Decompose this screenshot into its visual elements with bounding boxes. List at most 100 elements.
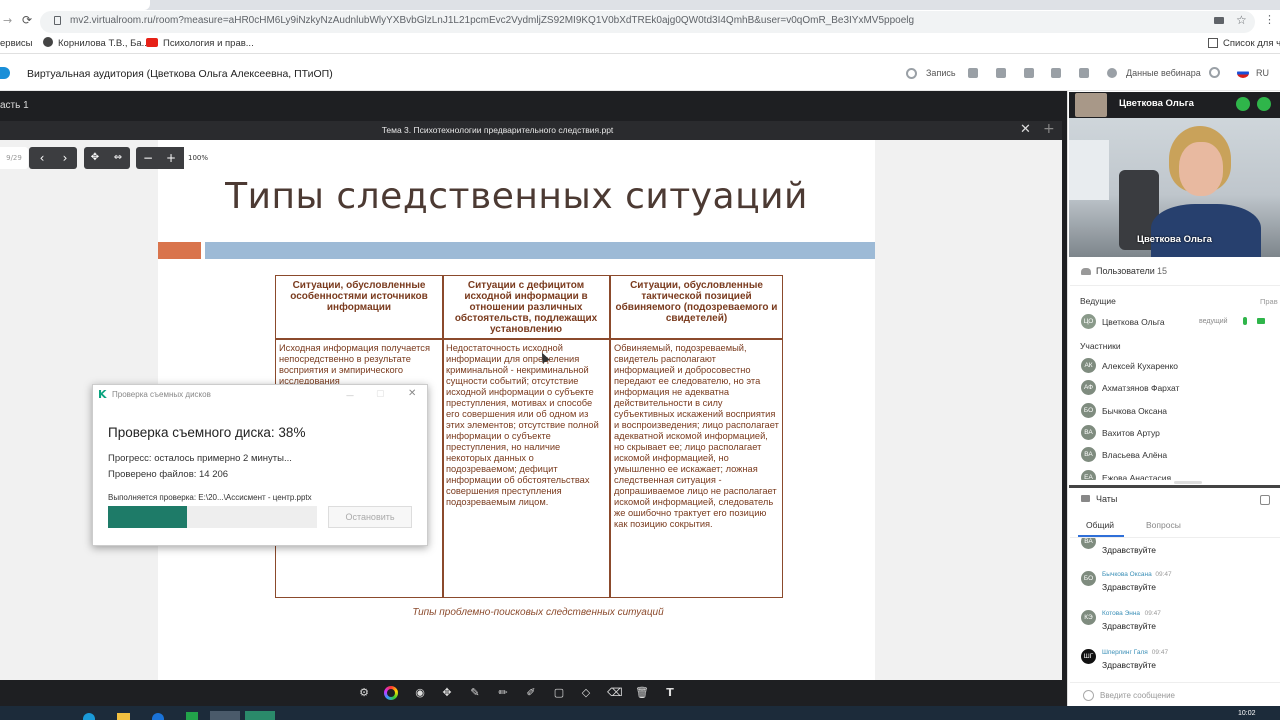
page-number-field[interactable]: 9/29 bbox=[0, 147, 28, 169]
highlighter-icon[interactable]: ✐ bbox=[524, 686, 538, 700]
bookmark-kornilova[interactable]: Корнилова Т.В., Ба... bbox=[58, 38, 150, 49]
participant-row[interactable]: АФ Ахматзянов Фархат bbox=[1070, 377, 1270, 397]
microphone-icon[interactable] bbox=[1236, 97, 1250, 111]
table-header: Ситуации, обусловленные особенностями ис… bbox=[290, 280, 428, 313]
url-text[interactable]: mv2.virtualroom.ru/room?measure=aHR0cHM6… bbox=[70, 15, 914, 26]
pointer-icon[interactable]: ◉ bbox=[413, 686, 427, 700]
participants-list: АК Алексей Кухаренко АФ Ахматзянов Фархат БО… bbox=[1070, 355, 1270, 480]
tab-questions[interactable]: Вопросы bbox=[1146, 520, 1181, 530]
chat-text: Здравствуйте bbox=[1102, 545, 1156, 555]
language-label[interactable]: RU bbox=[1256, 68, 1269, 78]
chat-input[interactable]: Введите сообщение bbox=[1100, 688, 1270, 703]
table-header: Ситуации с дефицитом исходной информации… bbox=[454, 280, 598, 335]
text-tool-icon[interactable]: T bbox=[663, 686, 677, 700]
participant-name: Алексей Кухаренко bbox=[1102, 361, 1179, 371]
menu-icon[interactable]: ⋮ bbox=[1264, 13, 1275, 26]
tab-general[interactable]: Общий bbox=[1086, 520, 1114, 530]
chat-options-icon[interactable] bbox=[1260, 495, 1270, 505]
trash-icon[interactable]: 🗑 bbox=[635, 686, 649, 700]
flag-ru-icon[interactable] bbox=[1237, 68, 1249, 78]
layout-icon[interactable] bbox=[968, 68, 978, 78]
lock-icon[interactable] bbox=[54, 16, 61, 25]
part-label[interactable]: асть 1 bbox=[0, 100, 29, 111]
video-person-body bbox=[1151, 204, 1261, 257]
chat-icon bbox=[1081, 495, 1090, 502]
chat-time: 09:47 bbox=[1155, 571, 1172, 578]
zoom-out-button[interactable]: − bbox=[137, 147, 159, 169]
participant-name: Ежова Анастасия bbox=[1102, 472, 1172, 481]
fit-width-icon[interactable]: ⇔ bbox=[107, 147, 129, 169]
participant-row[interactable]: АК Алексей Кухаренко bbox=[1070, 355, 1270, 375]
taskbar-edge-icon[interactable] bbox=[152, 713, 164, 720]
globe-icon bbox=[43, 37, 53, 47]
taskbar-excel-icon[interactable] bbox=[186, 712, 198, 720]
bookmark-psychology[interactable]: Психология и прав... bbox=[163, 38, 254, 49]
bookmarks-bar: ервисы Корнилова Т.В., Ба... Психология … bbox=[0, 34, 1280, 54]
chat-input-placeholder: Введите сообщение bbox=[1100, 691, 1175, 700]
chat-text: Здравствуйте bbox=[1102, 621, 1156, 631]
chat-message: БО Бычкова Оксана 09:47 Здравствуйте bbox=[1070, 568, 1270, 604]
participant-row[interactable]: ЕА Ежова Анастасия bbox=[1070, 467, 1270, 481]
video-person-face bbox=[1179, 142, 1223, 196]
reading-list[interactable]: Список для чт bbox=[1223, 38, 1280, 49]
browser-tab[interactable] bbox=[0, 0, 150, 10]
maximize-icon[interactable]: ▢ bbox=[376, 389, 385, 399]
settings-icon[interactable]: ⚙ bbox=[357, 686, 371, 700]
zoom-in-button[interactable]: + bbox=[160, 147, 182, 169]
app-title: Виртуальная аудитория (Цветкова Ольга Ал… bbox=[27, 68, 333, 80]
host-role: ведущий bbox=[1199, 318, 1228, 325]
fit-page-icon[interactable]: ✥ bbox=[84, 147, 106, 169]
document-icon[interactable] bbox=[1024, 68, 1034, 78]
taskbar-chrome-icon[interactable] bbox=[210, 711, 240, 720]
add-document-icon[interactable]: + bbox=[1043, 121, 1055, 137]
chat-message: ВА Здравствуйте bbox=[1070, 538, 1270, 567]
taskbar-clock: 10:02 bbox=[1238, 710, 1256, 717]
files-checked-text: Проверено файлов: 14 206 bbox=[108, 469, 229, 480]
close-document-icon[interactable]: ✕ bbox=[1020, 122, 1031, 137]
record-button[interactable]: Запись bbox=[926, 68, 956, 78]
webinar-data-button[interactable]: Данные вебинара bbox=[1126, 68, 1201, 78]
camera-on-icon[interactable] bbox=[1257, 97, 1271, 111]
slide-title: Типы следственных ситуаций bbox=[225, 176, 808, 217]
forward-icon[interactable]: → bbox=[3, 14, 12, 27]
emoji-icon[interactable] bbox=[1083, 690, 1094, 701]
marker-icon[interactable]: ✎ bbox=[468, 686, 482, 700]
info-icon[interactable] bbox=[1107, 68, 1117, 78]
participant-row[interactable]: ВА Вахитов Артур bbox=[1070, 422, 1270, 442]
zoom-level[interactable]: 100% bbox=[184, 147, 212, 169]
taskbar-app-icon[interactable] bbox=[83, 713, 95, 720]
presentation-icon[interactable] bbox=[996, 68, 1006, 78]
move-icon[interactable]: ✥ bbox=[440, 686, 454, 700]
rectangle-icon[interactable]: ▢ bbox=[552, 686, 566, 700]
avatar: ЕА bbox=[1081, 469, 1096, 480]
taskbar-kaspersky-icon[interactable] bbox=[245, 711, 275, 720]
minimize-icon[interactable]: — bbox=[346, 391, 354, 400]
close-icon[interactable]: ✕ bbox=[408, 388, 416, 399]
reload-icon[interactable]: ⟳ bbox=[22, 13, 32, 27]
taskbar-folder-icon[interactable] bbox=[117, 713, 130, 720]
participants-scrollbar[interactable] bbox=[1174, 481, 1202, 484]
pencil-icon[interactable]: ✏ bbox=[496, 686, 510, 700]
next-page-button[interactable]: › bbox=[54, 147, 76, 169]
prev-page-button[interactable]: ‹ bbox=[31, 147, 53, 169]
chat-text: Здравствуйте bbox=[1102, 660, 1156, 670]
record-icon[interactable] bbox=[906, 68, 917, 79]
eraser-icon[interactable]: ⌫ bbox=[607, 686, 623, 700]
host-name[interactable]: Цветкова Ольга bbox=[1102, 317, 1165, 327]
table-divider bbox=[442, 276, 444, 597]
shape-icon[interactable]: ◇ bbox=[579, 686, 593, 700]
participant-name: Ахматзянов Фархат bbox=[1102, 383, 1180, 394]
participant-row[interactable]: БО Бычкова Оксана bbox=[1070, 400, 1270, 420]
participant-row[interactable]: ВА Власьева Алёна bbox=[1070, 444, 1270, 464]
star-icon[interactable]: ☆ bbox=[1236, 13, 1247, 27]
panel-splitter[interactable] bbox=[1069, 485, 1280, 488]
users-label[interactable]: Пользователи bbox=[1096, 266, 1155, 276]
camera-icon[interactable] bbox=[1214, 17, 1224, 24]
user-settings-icon[interactable] bbox=[1079, 68, 1089, 78]
folder-icon[interactable] bbox=[1051, 68, 1061, 78]
table-cell: Исходная информация получается непосредс… bbox=[279, 343, 430, 386]
bookmark-services[interactable]: ервисы bbox=[0, 38, 33, 49]
gear-icon[interactable] bbox=[1209, 67, 1220, 78]
presenter-name: Цветкова Ольга bbox=[1119, 98, 1194, 109]
stop-button[interactable]: Остановить bbox=[328, 506, 412, 528]
